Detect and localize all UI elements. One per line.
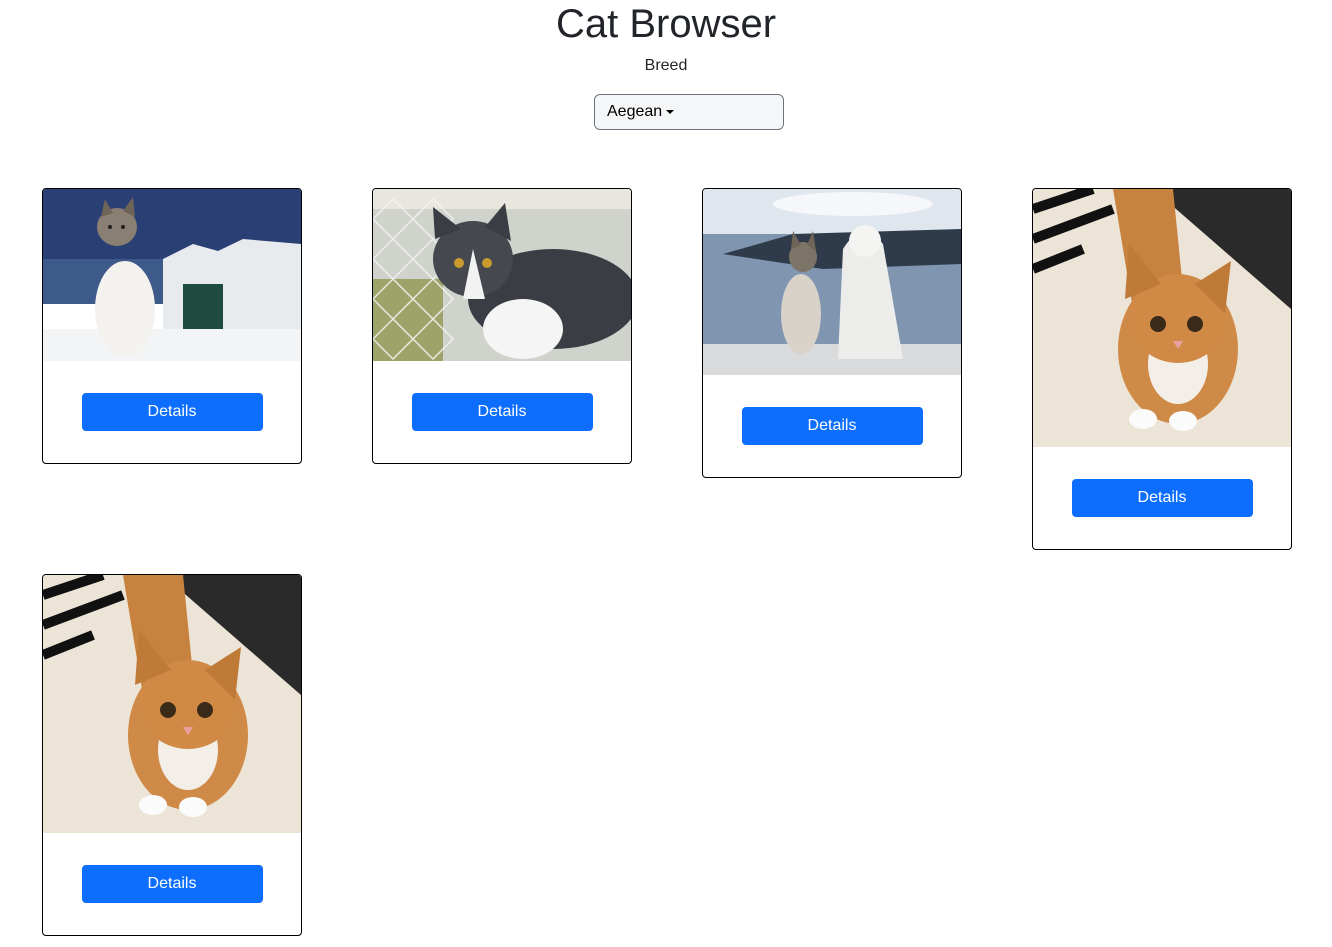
cat-image (373, 189, 631, 361)
cat-card: Details (372, 188, 632, 464)
cat-card: Details (42, 574, 302, 936)
breed-label: Breed (644, 57, 688, 74)
cat-card: Details (1032, 188, 1292, 550)
details-button[interactable]: Details (81, 865, 263, 903)
details-button[interactable]: Details (1071, 479, 1253, 517)
details-button[interactable]: Details (81, 393, 263, 431)
cat-card: Details (702, 188, 962, 478)
breed-dropdown[interactable]: Aegean (594, 94, 784, 130)
details-button[interactable]: Details (411, 393, 593, 431)
cat-image (1033, 189, 1291, 447)
cat-image (703, 189, 961, 375)
cat-image (43, 575, 301, 833)
cat-image (43, 189, 301, 361)
cat-card: Details (42, 188, 302, 464)
page-title: Cat Browser (555, 2, 777, 46)
breed-dropdown-value: Aegean (607, 103, 663, 120)
details-button[interactable]: Details (741, 407, 923, 445)
caret-down-icon (666, 110, 675, 114)
